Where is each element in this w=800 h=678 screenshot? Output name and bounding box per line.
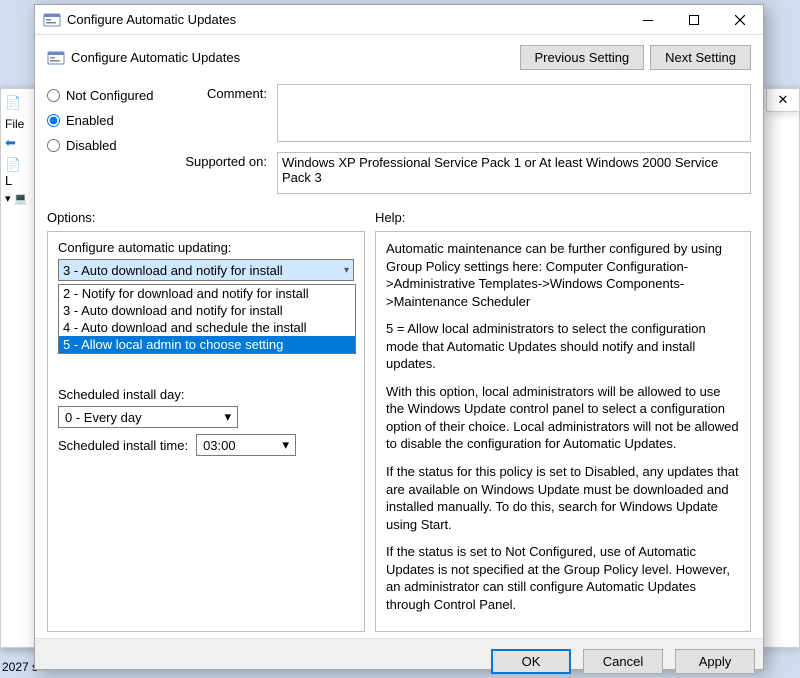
supported-on-text: Windows XP Professional Service Pack 1 o… [277, 152, 751, 194]
bg-file-menu: File [5, 117, 31, 131]
help-paragraph: Automatic maintenance can be further con… [386, 240, 740, 310]
help-paragraph: If the status for this policy is set to … [386, 463, 740, 533]
chevron-down-icon: ▾ [344, 265, 349, 276]
bg-close-icon: ✕ [766, 88, 800, 112]
ok-button[interactable]: OK [491, 649, 571, 674]
configure-updating-label: Configure automatic updating: [58, 240, 354, 255]
scheduled-day-dropdown[interactable]: 0 - Every day ▾ [58, 406, 238, 428]
state-radio-group: Not Configured Enabled Disabled [47, 84, 177, 198]
radio-disabled[interactable]: Disabled [47, 138, 177, 153]
comment-textarea[interactable] [277, 84, 751, 142]
gpo-settings-dialog: Configure Automatic Updates Configure Au… [34, 4, 764, 670]
chevron-down-icon: ▾ [224, 409, 231, 425]
policy-icon [43, 11, 61, 29]
bg-status-text: 2027 s [2, 660, 38, 674]
configure-updating-dropdown-list[interactable]: 2 - Notify for download and notify for i… [58, 284, 356, 354]
configure-updating-dropdown[interactable]: 3 - Auto download and notify for install… [58, 259, 354, 281]
scheduled-day-label: Scheduled install day: [58, 387, 354, 402]
radio-label: Disabled [66, 138, 117, 153]
bg-tree-icon: ▾ 💻 [5, 192, 31, 205]
dropdown-selected-text: 3 - Auto download and notify for install [63, 263, 283, 278]
close-button[interactable] [717, 5, 763, 34]
dropdown-option[interactable]: 2 - Notify for download and notify for i… [59, 285, 355, 302]
dropdown-selected-text: 03:00 [203, 438, 236, 453]
dialog-footer: OK Cancel Apply [35, 638, 763, 678]
options-section-label: Options: [47, 210, 375, 225]
minimize-button[interactable] [625, 5, 671, 34]
policy-title: Configure Automatic Updates [71, 50, 240, 65]
chevron-down-icon: ▾ [283, 437, 290, 453]
dropdown-option[interactable]: 5 - Allow local admin to choose setting [59, 336, 355, 353]
bg-back-icon: ⬅ [5, 135, 31, 151]
maximize-button[interactable] [671, 5, 717, 34]
help-paragraph: With this option, local administrators w… [386, 383, 740, 453]
help-pane[interactable]: Automatic maintenance can be further con… [375, 231, 751, 632]
dropdown-option[interactable]: 4 - Auto download and schedule the insta… [59, 319, 355, 336]
radio-not-configured[interactable]: Not Configured [47, 88, 177, 103]
apply-button[interactable]: Apply [675, 649, 755, 674]
supported-on-label: Supported on: [177, 152, 277, 169]
cancel-button[interactable]: Cancel [583, 649, 663, 674]
radio-enabled[interactable]: Enabled [47, 113, 177, 128]
scheduled-time-label: Scheduled install time: [58, 438, 188, 453]
dropdown-option[interactable]: 3 - Auto download and notify for install [59, 302, 355, 319]
scheduled-time-dropdown[interactable]: 03:00 ▾ [196, 434, 296, 456]
next-setting-button[interactable]: Next Setting [650, 45, 751, 70]
help-paragraph: If the status is set to Not Configured, … [386, 543, 740, 613]
titlebar: Configure Automatic Updates [35, 5, 763, 35]
help-section-label: Help: [375, 210, 405, 225]
policy-icon [47, 49, 65, 67]
previous-setting-button[interactable]: Previous Setting [520, 45, 645, 70]
window-title: Configure Automatic Updates [67, 12, 625, 27]
dropdown-selected-text: 0 - Every day [65, 410, 142, 425]
comment-label: Comment: [177, 84, 277, 101]
bg-doc-icon: 📄 L [5, 157, 31, 188]
radio-label: Enabled [66, 113, 114, 128]
bg-toolbar-icon: 📄 [5, 95, 31, 113]
radio-label: Not Configured [66, 88, 153, 103]
options-pane: Configure automatic updating: 3 - Auto d… [47, 231, 365, 632]
help-paragraph: 5 = Allow local administrators to select… [386, 320, 740, 373]
